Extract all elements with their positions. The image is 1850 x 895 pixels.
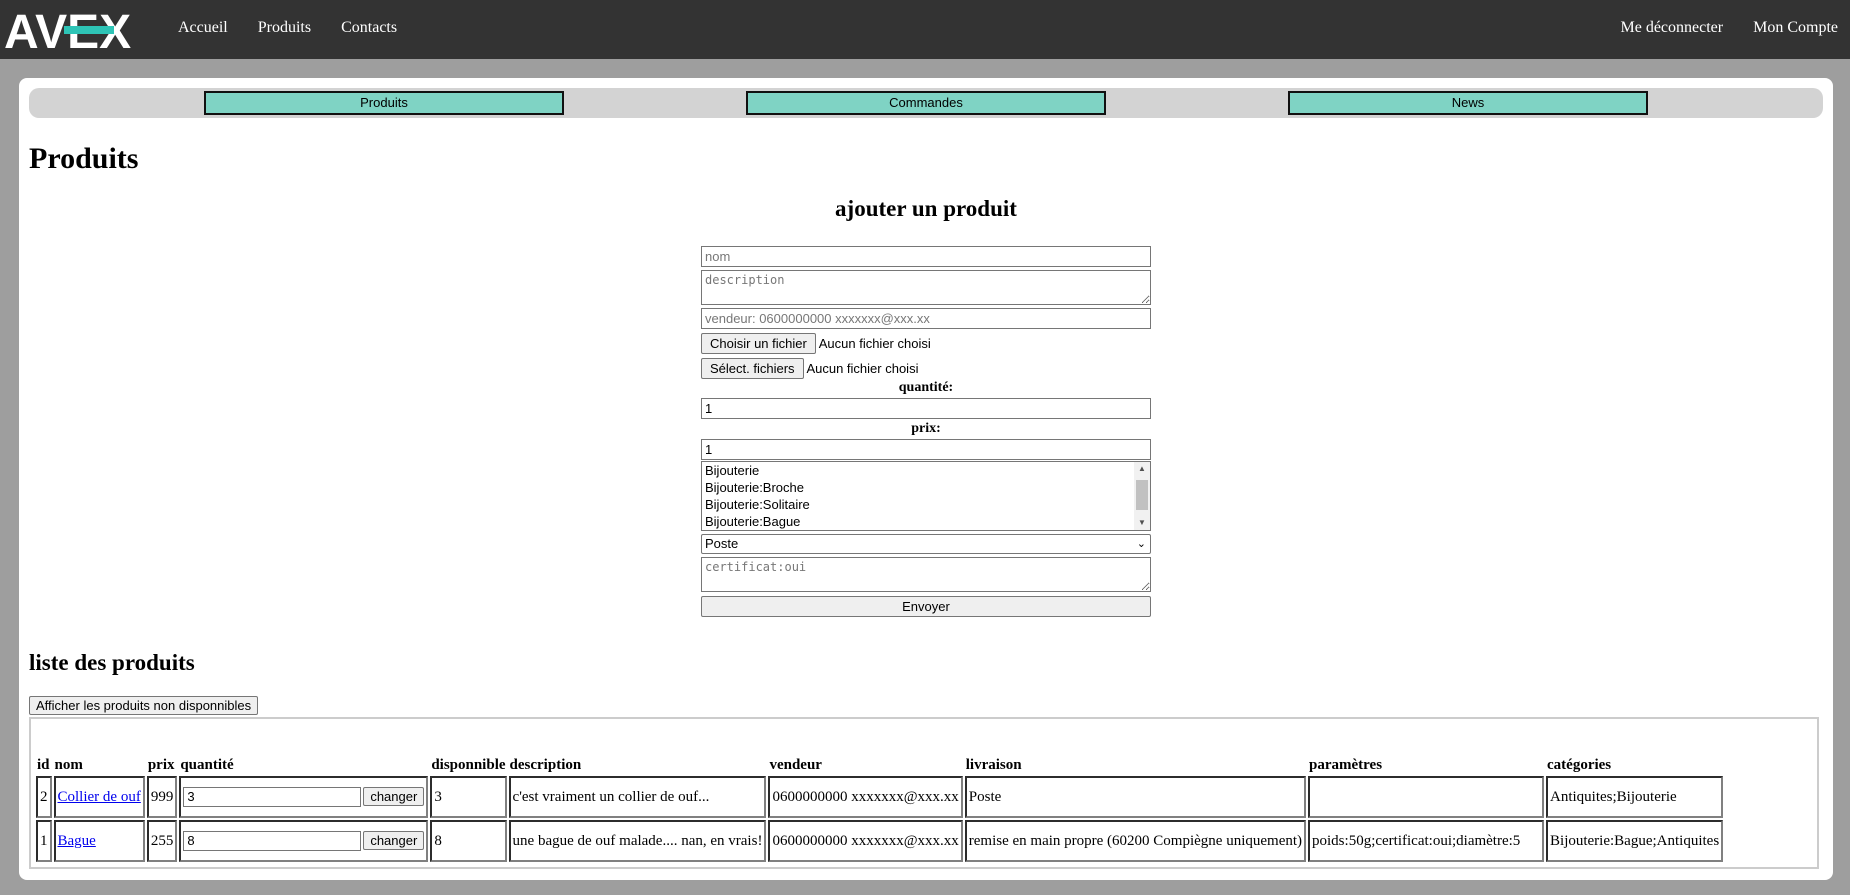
change-quantity-button[interactable]: changer: [363, 831, 425, 850]
subnav-produits[interactable]: Produits: [204, 91, 564, 115]
nav-right: Me déconnecter Mon Compte: [1591, 0, 1850, 56]
nav-contacts[interactable]: Contacts: [341, 19, 397, 37]
products-table-wrapper: id nom prix quantité disponnible descrip…: [29, 717, 1819, 869]
cell-livraison: Poste: [964, 776, 1307, 818]
nav-account[interactable]: Mon Compte: [1753, 19, 1838, 37]
cell-disponnible: 8: [430, 820, 507, 862]
cell-description: c'est vraiment un collier de ouf...: [508, 776, 767, 818]
product-link[interactable]: Bague: [58, 833, 96, 849]
subnav-commandes[interactable]: Commandes: [746, 91, 1106, 115]
category-option[interactable]: Bijouterie:Broche: [702, 479, 1150, 496]
livraison-selected: Poste: [705, 536, 739, 551]
avex-logo[interactable]: AVEX: [4, 4, 159, 56]
prix-input[interactable]: [701, 439, 1151, 460]
file-upload-row-2: Sélect. fichiers Aucun fichier choisi: [701, 358, 1151, 379]
livraison-select[interactable]: Poste ⌄: [701, 534, 1151, 554]
quantity-input[interactable]: 3: [183, 787, 362, 807]
category-option[interactable]: Bijouterie:Bague: [702, 513, 1150, 530]
admin-subnav: Produits Commandes News: [29, 88, 1823, 118]
listbox-scrollbar[interactable]: ▲ ▼: [1134, 462, 1150, 530]
categories-listbox[interactable]: Bijouterie Bijouterie:Broche Bijouterie:…: [701, 461, 1151, 531]
cell-vendeur: 0600000000 xxxxxxx@xxx.xx: [768, 776, 963, 818]
cell-id: 1: [36, 820, 52, 862]
col-prix: prix: [147, 757, 175, 773]
file-status-2: Aucun fichier choisi: [806, 361, 919, 376]
scroll-up-icon[interactable]: ▲: [1134, 462, 1150, 476]
cell-quantite: 8 changer: [179, 820, 429, 862]
subnav-news[interactable]: News: [1288, 91, 1648, 115]
description-textarea[interactable]: [701, 270, 1151, 305]
cell-vendeur: 0600000000 xxxxxxx@xxx.xx: [768, 820, 963, 862]
prix-label: prix:: [911, 421, 941, 436]
params-textarea[interactable]: [701, 557, 1151, 592]
nom-input[interactable]: [701, 246, 1151, 267]
top-navbar: AVEX Accueil Produits Contacts Me déconn…: [0, 0, 1850, 59]
table-header-row: id nom prix quantité disponnible descrip…: [36, 757, 1723, 774]
category-option[interactable]: Bijouterie:Solitaire: [702, 496, 1150, 513]
col-livraison: livraison: [965, 757, 1022, 773]
cell-description: une bague de ouf malade.... nan, en vrai…: [508, 820, 767, 862]
nav-accueil[interactable]: Accueil: [178, 19, 228, 37]
file-status-1: Aucun fichier choisi: [818, 336, 931, 351]
cell-prix: 255: [146, 820, 178, 862]
quantite-label: quantité:: [898, 380, 954, 395]
cell-disponnible: 3: [430, 776, 507, 818]
col-categories: catégories: [1547, 757, 1612, 773]
cell-parametres: poids:50g;certificat:oui;diamètre:5: [1308, 820, 1545, 862]
scroll-down-icon[interactable]: ▼: [1134, 516, 1150, 530]
nav-produits[interactable]: Produits: [258, 19, 311, 37]
table-row: 1 Bague 255 8 changer 8 une bague de ouf …: [36, 820, 1724, 862]
col-disponnible: disponnible: [431, 757, 506, 773]
show-unavailable-button[interactable]: Afficher les produits non disponnibles: [29, 696, 259, 715]
cell-livraison: remise en main propre (60200 Compiègne u…: [964, 820, 1307, 862]
add-product-form: Choisir un fichier Aucun fichier choisi …: [701, 246, 1151, 617]
chevron-down-icon: ⌄: [1136, 538, 1146, 550]
cell-categories: Antiquites;Bijouterie: [1546, 776, 1724, 818]
scrollbar-thumb[interactable]: [1136, 480, 1148, 510]
product-link[interactable]: Collier de ouf: [58, 789, 141, 805]
main-card: Produits Commandes News Produits ajouter…: [19, 78, 1833, 880]
cell-categories: Bijouterie:Bague;Antiquites: [1546, 820, 1724, 862]
submit-button[interactable]: Envoyer: [701, 596, 1151, 617]
form-title: ajouter un produit: [835, 196, 1017, 221]
table-row: 2 Collier de ouf 999 3 changer 3 c'est vr…: [36, 776, 1724, 818]
col-description: description: [509, 757, 582, 773]
cell-quantite: 3 changer: [179, 776, 429, 818]
page-title: Produits: [29, 142, 139, 175]
quantity-input[interactable]: 8: [183, 831, 362, 851]
cell-parametres: [1308, 776, 1545, 818]
category-option[interactable]: Bijouterie: [702, 462, 1150, 479]
file-upload-row-1: Choisir un fichier Aucun fichier choisi: [701, 333, 1151, 354]
col-vendeur: vendeur: [769, 757, 822, 773]
cell-nom: Bague: [53, 820, 145, 862]
nav-logout[interactable]: Me déconnecter: [1621, 19, 1724, 37]
change-quantity-button[interactable]: changer: [363, 787, 425, 806]
choose-file-button[interactable]: Choisir un fichier: [701, 333, 816, 354]
col-quantite: quantité: [180, 757, 234, 773]
cell-prix: 999: [146, 776, 178, 818]
col-parametres: paramètres: [1309, 757, 1383, 773]
nav-left: Accueil Produits Contacts: [178, 0, 427, 56]
products-table: id nom prix quantité disponnible descrip…: [34, 755, 1725, 864]
quantite-input[interactable]: [701, 398, 1151, 419]
cell-id: 2: [36, 776, 52, 818]
col-nom: nom: [54, 757, 83, 773]
col-id: id: [37, 757, 50, 773]
vendeur-input[interactable]: [701, 308, 1151, 329]
select-files-button[interactable]: Sélect. fichiers: [701, 358, 804, 379]
list-title: liste des produits: [29, 650, 195, 675]
cell-nom: Collier de ouf: [53, 776, 145, 818]
